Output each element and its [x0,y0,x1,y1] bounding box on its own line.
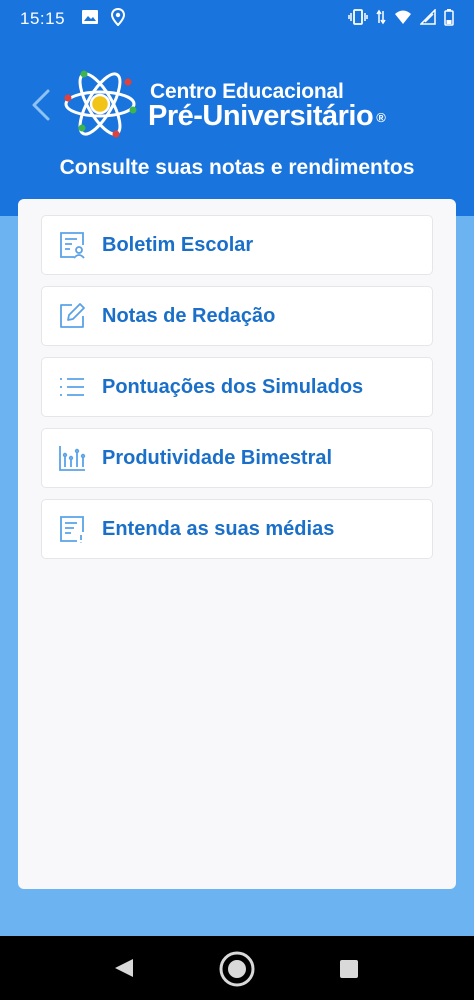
brand-line2: Pré-Universitário ® [148,100,386,133]
menu-item-label: Produtividade Bimestral [102,446,333,469]
nav-home-icon[interactable] [218,950,256,993]
chevron-left-icon[interactable] [28,88,54,122]
menu-item-notas-de-redacao[interactable]: Notas de Redação [41,286,433,346]
data-arrows-icon [376,9,386,30]
location-icon [111,7,126,31]
menu-item-label: Notas de Redação [102,304,276,327]
status-bar: 15:15 [0,0,474,38]
menu-item-produtividade-bimestral[interactable]: Produtividade Bimestral [41,428,433,488]
header: Centro Educacional Pré-Universitário ® Co… [0,38,474,216]
menu-item-entenda-as-suas-medias[interactable]: Entenda as suas médias [41,499,433,559]
battery-icon [444,8,454,31]
status-time: 15:15 [20,9,66,28]
brand-name: Pré-Universitário [148,100,374,132]
menu-item-boletim-escolar[interactable]: Boletim Escolar [41,215,433,275]
nav-back-icon[interactable] [113,957,135,984]
menu-item-label: Pontuações dos Simulados [102,375,364,398]
system-nav-bar [0,936,474,1000]
wifi-icon [394,9,412,30]
menu-item-pontuacoes-dos-simulados[interactable]: Pontuações dos Simulados [41,357,433,417]
edit-icon [56,300,88,332]
list-icon [56,371,88,403]
image-icon [81,9,99,30]
page-subtitle: Consulte suas notas e rendimentos [59,156,415,179]
menu-item-label: Entenda as suas médias [102,517,335,540]
info-document-icon [56,513,88,545]
bar-chart-icon [56,442,88,474]
menu-panel: Boletim Escolar Notas de Redação Pontuaç… [18,199,456,889]
back-button[interactable] [28,88,54,122]
vibrate-icon [348,8,368,30]
nav-recent-apps-icon[interactable] [339,959,359,984]
signal-icon [419,7,436,30]
registered-mark: ® [376,110,386,125]
report-card-icon [56,229,88,261]
menu-item-label: Boletim Escolar [102,233,254,256]
atom-logo-icon [60,64,140,144]
